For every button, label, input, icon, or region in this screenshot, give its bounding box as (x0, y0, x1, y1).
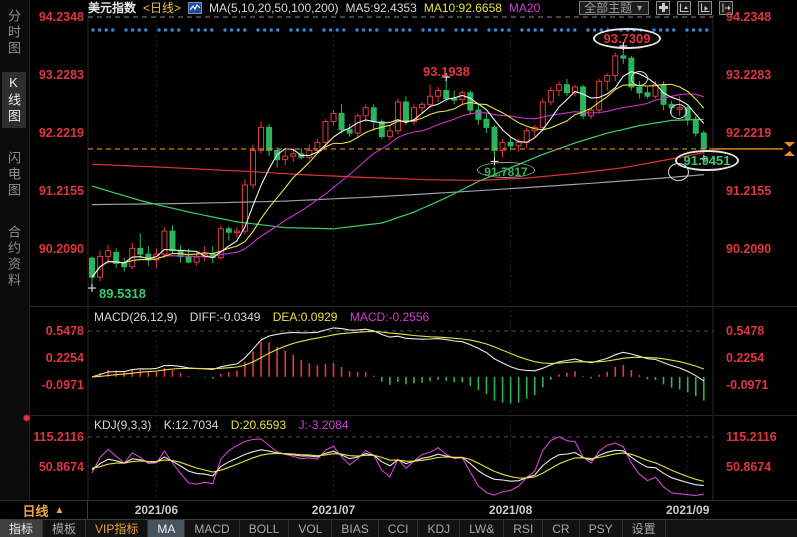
macd-axis-label-left: 0.5478 (30, 324, 84, 338)
axis-play-icon[interactable] (698, 1, 712, 15)
toolbar-item-指标[interactable]: 指标 (0, 520, 43, 537)
price-axis-label-left: 90.2090 (30, 242, 84, 256)
price-axis-label-left: 93.2283 (30, 68, 84, 82)
chart-icon (188, 2, 202, 14)
macd-axis-label-left: 0.2254 (30, 351, 84, 365)
toolbar-item-MA[interactable]: MA (148, 520, 185, 537)
highlight-circle-ma200 (668, 163, 689, 181)
symbol-period: <日线> (143, 1, 181, 15)
indicator-toolbar: 指标模板VIP指标MAMACDBOLLVOLBIASCCIKDJLW&RSICR… (0, 519, 797, 537)
price-axis-label-left: 92.2219 (30, 126, 84, 140)
toolbar-item-CCI[interactable]: CCI (379, 520, 419, 537)
ma10-value: MA10:92.6658 (424, 1, 502, 15)
macd-axis-label-left: -0.0971 (30, 378, 84, 392)
date-axis-label: 2021/07 (304, 503, 364, 517)
annotation-pullback-low-ellipse: 91.7817 (477, 162, 535, 178)
pan-move-icon[interactable] (656, 1, 670, 15)
annotation-last-price: 91.9451 (684, 153, 731, 168)
toolbar-item-MACD[interactable]: MACD (185, 520, 239, 537)
trading-chart-window: 美元指数 <日线> MA(5,10,20,50,100,200) MA5:92.… (0, 0, 797, 537)
annotation-august-high-ellipse: 93.7309 (593, 28, 661, 49)
chart-type-sidebar: 分时图 K线图闪电图合约资料 (0, 0, 30, 500)
symbol-name: 美元指数 (88, 1, 136, 15)
macd-panel-title: MACD(26,12,9) DIFF:-0.0349 DEA:0.0929 MA… (94, 310, 438, 324)
ma-params-label: MA(5,10,20,50,100,200) (209, 1, 338, 15)
chart-canvas[interactable] (0, 0, 797, 537)
alert-dot-icon: ✹ (22, 412, 31, 425)
kdj-axis-label-left: 115.2116 (30, 430, 84, 444)
kdj-d-value: D:20.6593 (231, 418, 286, 432)
toolbar-item-设置[interactable]: 设置 (623, 520, 666, 537)
sidebar-tab-1[interactable]: 分时图 (2, 6, 26, 60)
annotation-pullback-low: 91.7817 (484, 165, 527, 179)
up-triangle-icon: ▲ (55, 505, 65, 516)
price-axis-label-right: 94.2348 (726, 10, 790, 24)
highlight-circle-ma50 (670, 104, 687, 119)
ma5-value: MA5:92.4353 (345, 1, 416, 15)
macd-axis-label-right: 0.5478 (726, 324, 790, 338)
date-axis-label: 2021/06 (126, 503, 186, 517)
annotation-august-high: 93.7309 (604, 31, 651, 46)
macd-dea-value: DEA:0.0929 (273, 310, 338, 324)
sidebar-tab-3[interactable]: 闪电图 (2, 148, 26, 202)
period-label: 日线 (23, 501, 49, 520)
price-axis-label-right: 91.2155 (726, 184, 790, 198)
highlight-circle-ma10 (631, 71, 648, 86)
date-axis-label: 2021/09 (658, 503, 718, 517)
theme-dropdown-button[interactable]: 全部主题 ▼ (579, 1, 649, 15)
period-selector[interactable]: 日线 ▲ (0, 501, 88, 520)
annotation-period-low: 89.5318 (99, 286, 146, 301)
sidebar-tab-4[interactable]: 合约资料 (2, 222, 26, 292)
chevron-down-icon: ▼ (635, 2, 644, 14)
toolbar-item-CR[interactable]: CR (543, 520, 579, 537)
toolbar-item-KDJ[interactable]: KDJ (418, 520, 460, 537)
price-axis-label-right: 92.2219 (726, 126, 790, 140)
date-axis-row: 日线 ▲ 2021/06 2021/07 2021/08 2021/09 (0, 500, 797, 519)
kdj-j-value: J:-3.2084 (299, 418, 349, 432)
macd-diff-value: DIFF:-0.0349 (190, 310, 261, 324)
date-axis-label: 2021/08 (481, 503, 541, 517)
axis-zoom-up-icon[interactable] (677, 1, 691, 15)
price-axis-label-right: 93.2283 (726, 68, 790, 82)
macd-axis-label-right: -0.0971 (726, 378, 790, 392)
price-axis-label-right: 90.2090 (726, 242, 790, 256)
toolbar-item-模板[interactable]: 模板 (43, 520, 86, 537)
macd-params: MACD(26,12,9) (94, 310, 177, 324)
toolbar-item-BOLL[interactable]: BOLL (240, 520, 290, 537)
macd-axis-label-right: 0.2254 (726, 351, 790, 365)
ma20-value: MA20 (509, 1, 540, 15)
kdj-axis-label-right: 50.8674 (726, 460, 790, 474)
toolbar-item-LW&[interactable]: LW& (460, 520, 504, 537)
toolbar-item-RSI[interactable]: RSI (504, 520, 543, 537)
price-axis-label-left: 94.2348 (30, 10, 84, 24)
macd-macd-value: MACD:-0.2556 (350, 310, 429, 324)
kdj-panel-title: KDJ(9,3,3) K:12.7034 D:20.6593 J:-3.2084 (94, 418, 358, 432)
kdj-axis-label-left: 50.8674 (30, 460, 84, 474)
kdj-k-value: K:12.7034 (164, 418, 219, 432)
toolbar-item-BIAS[interactable]: BIAS (332, 520, 378, 537)
toolbar-item-PSY[interactable]: PSY (580, 520, 623, 537)
sidebar-tab-2[interactable]: K线图 (2, 72, 26, 128)
toolbar-item-VOL[interactable]: VOL (289, 520, 332, 537)
theme-dropdown-label: 全部主题 (584, 2, 632, 14)
kdj-axis-label-right: 115.2116 (726, 430, 790, 444)
kdj-params: KDJ(9,3,3) (94, 418, 151, 432)
price-axis-label-left: 91.2155 (30, 184, 84, 198)
chart-header: 美元指数 <日线> MA(5,10,20,50,100,200) MA5:92.… (88, 0, 797, 15)
toolbar-item-VIP指标[interactable]: VIP指标 (86, 520, 148, 537)
annotation-july-high: 93.1938 (423, 64, 470, 79)
